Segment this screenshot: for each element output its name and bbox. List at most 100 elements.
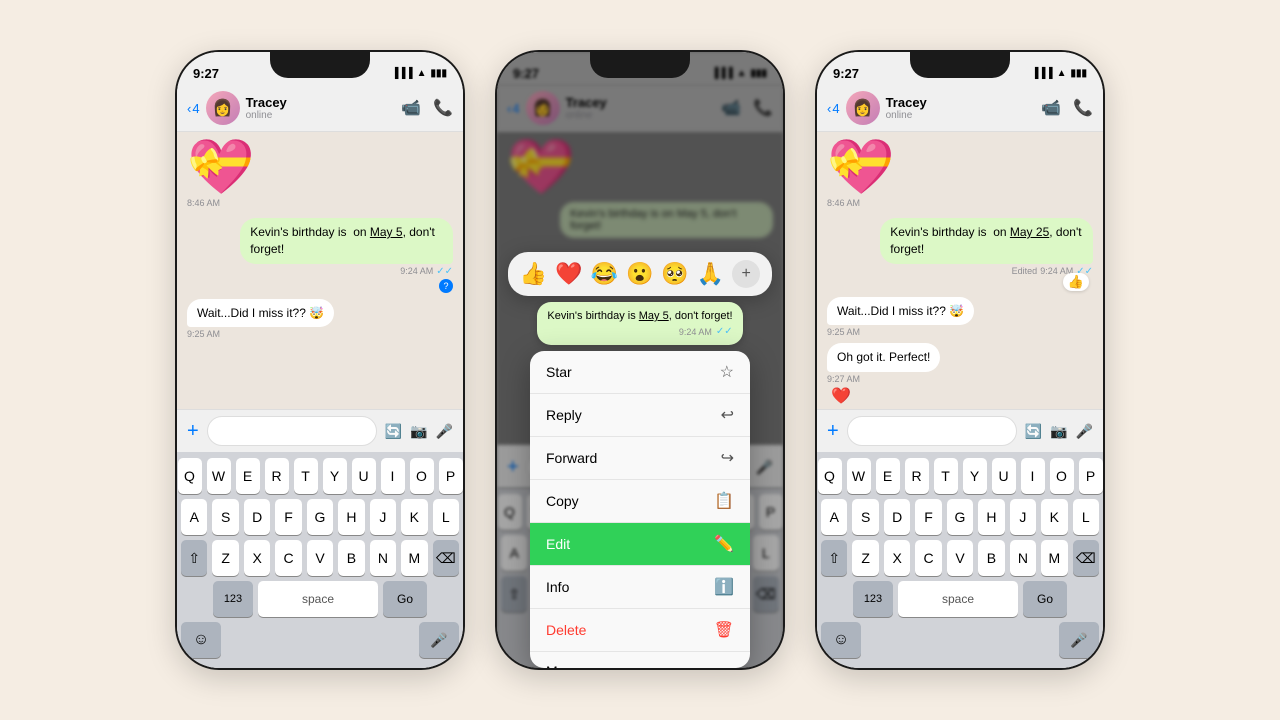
emoji-heart[interactable]: ❤️ (555, 261, 582, 287)
emoji-wow[interactable]: 😮 (626, 261, 653, 287)
key-num[interactable]: 123 (213, 581, 253, 617)
left-back-count[interactable]: 4 (192, 101, 199, 116)
key-o[interactable]: O (410, 458, 434, 494)
key-c[interactable]: C (275, 540, 301, 576)
right-key-y[interactable]: Y (963, 458, 987, 494)
right-key-w[interactable]: W (847, 458, 871, 494)
right-plus-button[interactable]: + (827, 420, 839, 443)
right-key-u[interactable]: U (992, 458, 1016, 494)
right-key-go[interactable]: Go (1023, 581, 1067, 617)
key-f[interactable]: F (275, 499, 301, 535)
key-h[interactable]: H (338, 499, 364, 535)
key-v[interactable]: V (307, 540, 333, 576)
right-key-h[interactable]: H (978, 499, 1004, 535)
right-video-icon[interactable]: 📹 (1041, 98, 1061, 118)
right-key-space[interactable]: space (898, 581, 1018, 617)
key-t[interactable]: T (294, 458, 318, 494)
menu-copy[interactable]: Copy 📋 (530, 480, 750, 523)
right-mic-btn[interactable]: 🎤 (1076, 423, 1093, 440)
key-s[interactable]: S (212, 499, 238, 535)
key-w[interactable]: W (207, 458, 231, 494)
key-j[interactable]: J (370, 499, 396, 535)
left-camera-btn[interactable]: 📷 (410, 423, 427, 440)
key-space[interactable]: space (258, 581, 378, 617)
key-q[interactable]: Q (178, 458, 202, 494)
menu-delete[interactable]: Delete 🗑 (530, 609, 750, 652)
right-key-shift[interactable]: ⇧ (821, 540, 847, 576)
key-i[interactable]: I (381, 458, 405, 494)
menu-forward[interactable]: Forward ↪ (530, 437, 750, 480)
right-key-num[interactable]: 123 (853, 581, 893, 617)
right-key-g[interactable]: G (947, 499, 973, 535)
right-key-x[interactable]: X (884, 540, 910, 576)
right-back-count[interactable]: 4 (832, 101, 839, 116)
video-call-icon[interactable]: 📹 (401, 98, 421, 118)
key-m[interactable]: M (401, 540, 427, 576)
right-key-i[interactable]: I (1021, 458, 1045, 494)
left-back-button[interactable]: ‹ 4 (187, 101, 200, 116)
right-key-e[interactable]: E (876, 458, 900, 494)
key-x[interactable]: X (244, 540, 270, 576)
right-back-button[interactable]: ‹ 4 (827, 101, 840, 116)
right-key-m[interactable]: M (1041, 540, 1067, 576)
right-key-k[interactable]: K (1041, 499, 1067, 535)
menu-edit[interactable]: Edit ✏️ (530, 523, 750, 566)
right-phone-icon[interactable]: 📞 (1073, 98, 1093, 118)
key-y[interactable]: Y (323, 458, 347, 494)
right-emoji-key[interactable]: ☺ (821, 622, 861, 658)
emoji-sad[interactable]: 🥺 (661, 261, 688, 287)
right-key-p[interactable]: P (1079, 458, 1103, 494)
right-key-o[interactable]: O (1050, 458, 1074, 494)
menu-star[interactable]: Star ☆ (530, 351, 750, 394)
right-avatar[interactable]: 👩 (846, 91, 880, 125)
menu-info[interactable]: Info ℹ️ (530, 566, 750, 609)
menu-more[interactable]: More... (530, 652, 750, 668)
key-z[interactable]: Z (212, 540, 238, 576)
right-key-d[interactable]: D (884, 499, 910, 535)
right-input-field[interactable] (847, 416, 1017, 446)
left-avatar[interactable]: 👩 (206, 91, 240, 125)
key-n[interactable]: N (370, 540, 396, 576)
right-key-r[interactable]: R (905, 458, 929, 494)
emoji-plus-button[interactable]: + (732, 260, 760, 288)
left-plus-button[interactable]: + (187, 420, 199, 443)
key-shift[interactable]: ⇧ (181, 540, 207, 576)
right-key-a[interactable]: A (821, 499, 847, 535)
left-sticker-btn[interactable]: 🔄 (385, 423, 402, 440)
right-key-s[interactable]: S (852, 499, 878, 535)
key-backspace[interactable]: ⌫ (433, 540, 459, 576)
right-key-t[interactable]: T (934, 458, 958, 494)
left-input-field[interactable] (207, 416, 377, 446)
menu-reply[interactable]: Reply ↩ (530, 394, 750, 437)
phone-call-icon[interactable]: 📞 (433, 98, 453, 118)
key-r[interactable]: R (265, 458, 289, 494)
right-key-v[interactable]: V (947, 540, 973, 576)
key-a[interactable]: A (181, 499, 207, 535)
right-camera-btn[interactable]: 📷 (1050, 423, 1067, 440)
key-k[interactable]: K (401, 499, 427, 535)
right-key-n[interactable]: N (1010, 540, 1036, 576)
key-g[interactable]: G (307, 499, 333, 535)
right-key-l[interactable]: L (1073, 499, 1099, 535)
emoji-laugh[interactable]: 😂 (591, 261, 618, 287)
key-l[interactable]: L (433, 499, 459, 535)
right-key-j[interactable]: J (1010, 499, 1036, 535)
right-key-backspace[interactable]: ⌫ (1073, 540, 1099, 576)
key-e[interactable]: E (236, 458, 260, 494)
key-p[interactable]: P (439, 458, 463, 494)
right-key-z[interactable]: Z (852, 540, 878, 576)
key-b[interactable]: B (338, 540, 364, 576)
right-key-q[interactable]: Q (818, 458, 842, 494)
left-mic-btn[interactable]: 🎤 (436, 423, 453, 440)
left-emoji-key[interactable]: ☺ (181, 622, 221, 658)
emoji-picker[interactable]: 👍 ❤️ 😂 😮 🥺 🙏 + (508, 252, 772, 296)
right-mic-key[interactable]: 🎤 (1059, 622, 1099, 658)
right-key-f[interactable]: F (915, 499, 941, 535)
right-key-b[interactable]: B (978, 540, 1004, 576)
emoji-pray[interactable]: 🙏 (697, 261, 724, 287)
emoji-thumbsup[interactable]: 👍 (520, 261, 547, 287)
right-key-c[interactable]: C (915, 540, 941, 576)
left-mic-key[interactable]: 🎤 (419, 622, 459, 658)
key-d[interactable]: D (244, 499, 270, 535)
key-go[interactable]: Go (383, 581, 427, 617)
